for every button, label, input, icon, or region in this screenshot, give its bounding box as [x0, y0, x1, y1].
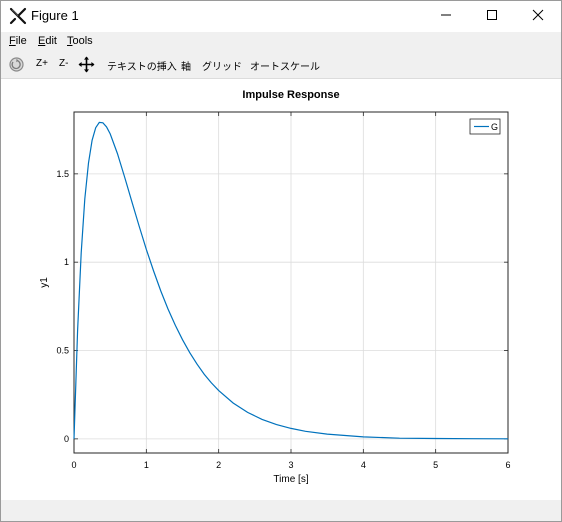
app-logo-icon: [9, 7, 27, 25]
autoscale-button[interactable]: オートスケール: [250, 58, 320, 73]
maximize-icon: [486, 8, 498, 26]
y-tick-label: 0.5: [56, 346, 69, 356]
close-icon: [532, 8, 544, 26]
minimize-button[interactable]: [423, 1, 469, 32]
y-tick-label: 1: [64, 257, 69, 267]
y-tick-label: 0: [64, 434, 69, 444]
grid-lines: [73, 112, 509, 453]
x-tick-label: 4: [361, 460, 366, 470]
x-tick-label: 0: [71, 460, 76, 470]
insert-text-button[interactable]: テキストの挿入: [107, 58, 177, 73]
figure-window: Figure 1 File Edit Tools Z+ Z- テキストの挿入 軸…: [0, 0, 562, 522]
menu-bar: File Edit Tools: [1, 32, 561, 51]
x-axis-label: Time [s]: [273, 474, 308, 485]
zoom-out-button[interactable]: Z-: [59, 58, 68, 69]
ticks: 0 1 2 3 4 5 6 0 0.5 1 1.5: [56, 112, 511, 470]
x-tick-label: 5: [433, 460, 438, 470]
maximize-button[interactable]: [469, 1, 515, 32]
minimize-icon: [440, 8, 452, 26]
x-tick-label: 3: [288, 460, 293, 470]
y-tick-label: 1.5: [56, 169, 69, 179]
legend-entry-G: G: [491, 122, 498, 132]
menu-tools[interactable]: Tools: [67, 35, 93, 47]
pan-icon[interactable]: [78, 56, 95, 78]
status-bar: [1, 500, 561, 521]
grid-button[interactable]: グリッド: [202, 58, 242, 73]
menu-file-label: ile: [15, 35, 27, 47]
plot-canvas[interactable]: 0 1 2 3 4 5 6 0 0.5 1 1.5 Impulse Response Time [s…: [1, 80, 561, 500]
x-tick-label: 2: [216, 460, 221, 470]
toolbar: Z+ Z- テキストの挿入 軸 グリッド オートスケール: [1, 51, 561, 79]
rotate-icon[interactable]: [8, 56, 25, 78]
menu-tools-label: ools: [72, 35, 93, 47]
close-button[interactable]: [515, 1, 561, 32]
axes-button[interactable]: 軸: [181, 58, 191, 73]
title-bar[interactable]: Figure 1: [1, 1, 561, 32]
menu-edit[interactable]: Edit: [38, 35, 57, 47]
x-tick-label: 1: [144, 460, 149, 470]
menu-file-mnemonic: F: [9, 35, 16, 47]
menu-file[interactable]: File: [9, 35, 27, 47]
impulse-response-chart[interactable]: 0 1 2 3 4 5 6 0 0.5 1 1.5 Impulse Response Time [s…: [1, 80, 561, 500]
window-title: Figure 1: [31, 8, 79, 23]
x-tick-label: 6: [505, 460, 510, 470]
zoom-in-button[interactable]: Z+: [36, 58, 48, 69]
y-axis-label: y1: [39, 277, 50, 288]
legend[interactable]: G: [469, 118, 501, 135]
chart-title: Impulse Response: [242, 89, 339, 101]
menu-edit-label: dit: [45, 35, 57, 47]
